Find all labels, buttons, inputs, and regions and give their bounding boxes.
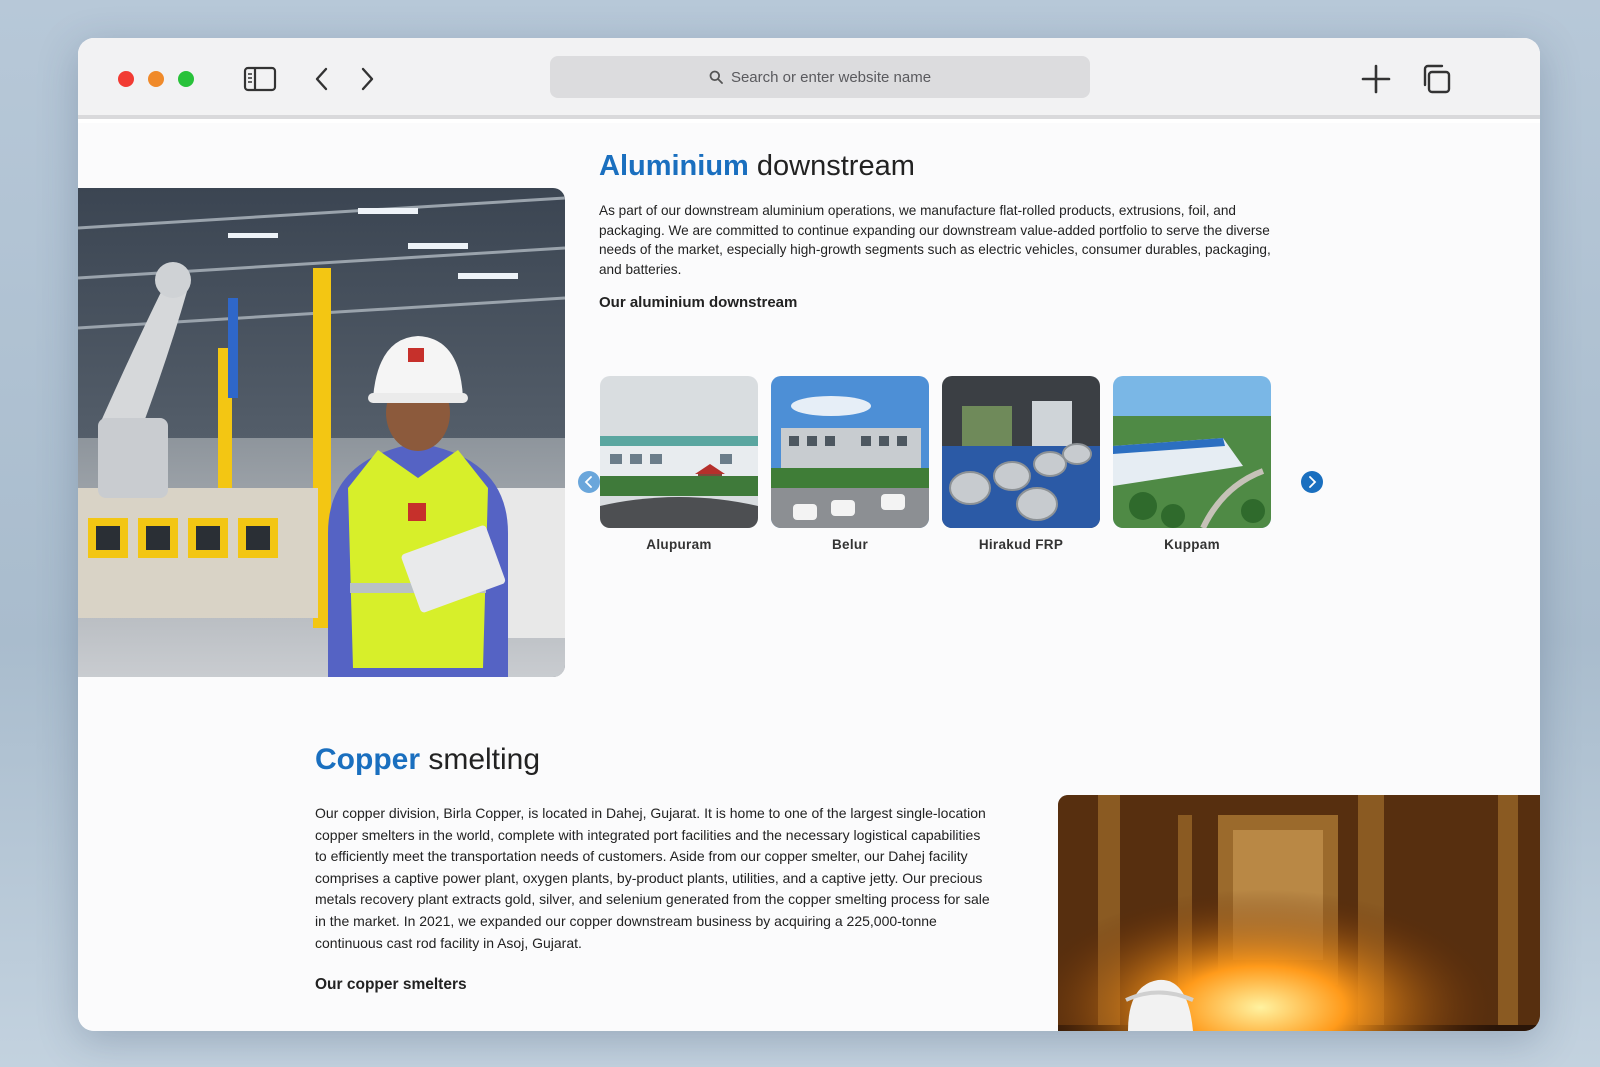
plant-photo-kuppam [1113,376,1271,528]
address-bar[interactable]: Search or enter website name [550,56,1090,98]
copper-subheading: Our copper smelters [315,976,467,993]
address-bar-placeholder: Search or enter website name [730,68,932,86]
plant-name-alupuram: Alupuram [646,537,712,552]
copper-title-rest: smelting [420,743,541,776]
plant-photo-alupuram [600,376,758,528]
aluminium-subheading: Our aluminium downstream [599,294,798,311]
browser-window: Search or enter website name Aluminium d… [78,38,1540,1031]
copper-section-title: Copper smelting [315,743,540,777]
aluminium-title-rest: downstream [748,150,915,182]
copper-smelter-photo [1058,795,1540,1031]
minimize-window-button[interactable] [148,71,164,87]
forward-icon[interactable] [349,62,385,96]
plant-photo-belur [771,376,929,528]
plant-name-hirakud-frp: Hirakud FRP [978,537,1064,552]
plant-card-kuppam[interactable]: Kuppam [1113,376,1271,552]
plant-photo-hirakud-frp [942,376,1100,528]
aluminium-worker-photo [78,188,565,677]
maximize-window-button[interactable] [178,71,194,87]
plant-name-kuppam: Kuppam [1164,537,1220,552]
new-tab-icon[interactable] [1358,62,1394,96]
webpage-content: Aluminium downstream As part of our down… [78,123,1540,1031]
carousel-next-button[interactable] [1301,471,1323,493]
tabs-overview-icon[interactable] [1418,62,1454,96]
carousel-prev-button[interactable] [578,471,600,493]
plant-card-hirakud-frp[interactable]: Hirakud FRP [942,376,1100,552]
close-window-button[interactable] [118,71,134,87]
aluminium-description: As part of our downstream aluminium oper… [599,203,1271,277]
copper-title-accent: Copper [315,743,420,776]
search-icon [709,70,723,84]
plant-card-belur[interactable]: Belur [771,376,929,552]
browser-toolbar: Search or enter website name [78,38,1540,119]
copper-description: Our copper division, Birla Copper, is lo… [315,805,990,951]
plant-name-belur: Belur [831,537,868,552]
aluminium-section-title: Aluminium downstream [599,150,915,183]
back-icon[interactable] [304,62,340,96]
plant-card-alupuram[interactable]: Alupuram [600,376,758,552]
sidebar-icon[interactable] [242,62,278,96]
aluminium-title-accent: Aluminium [599,150,749,182]
